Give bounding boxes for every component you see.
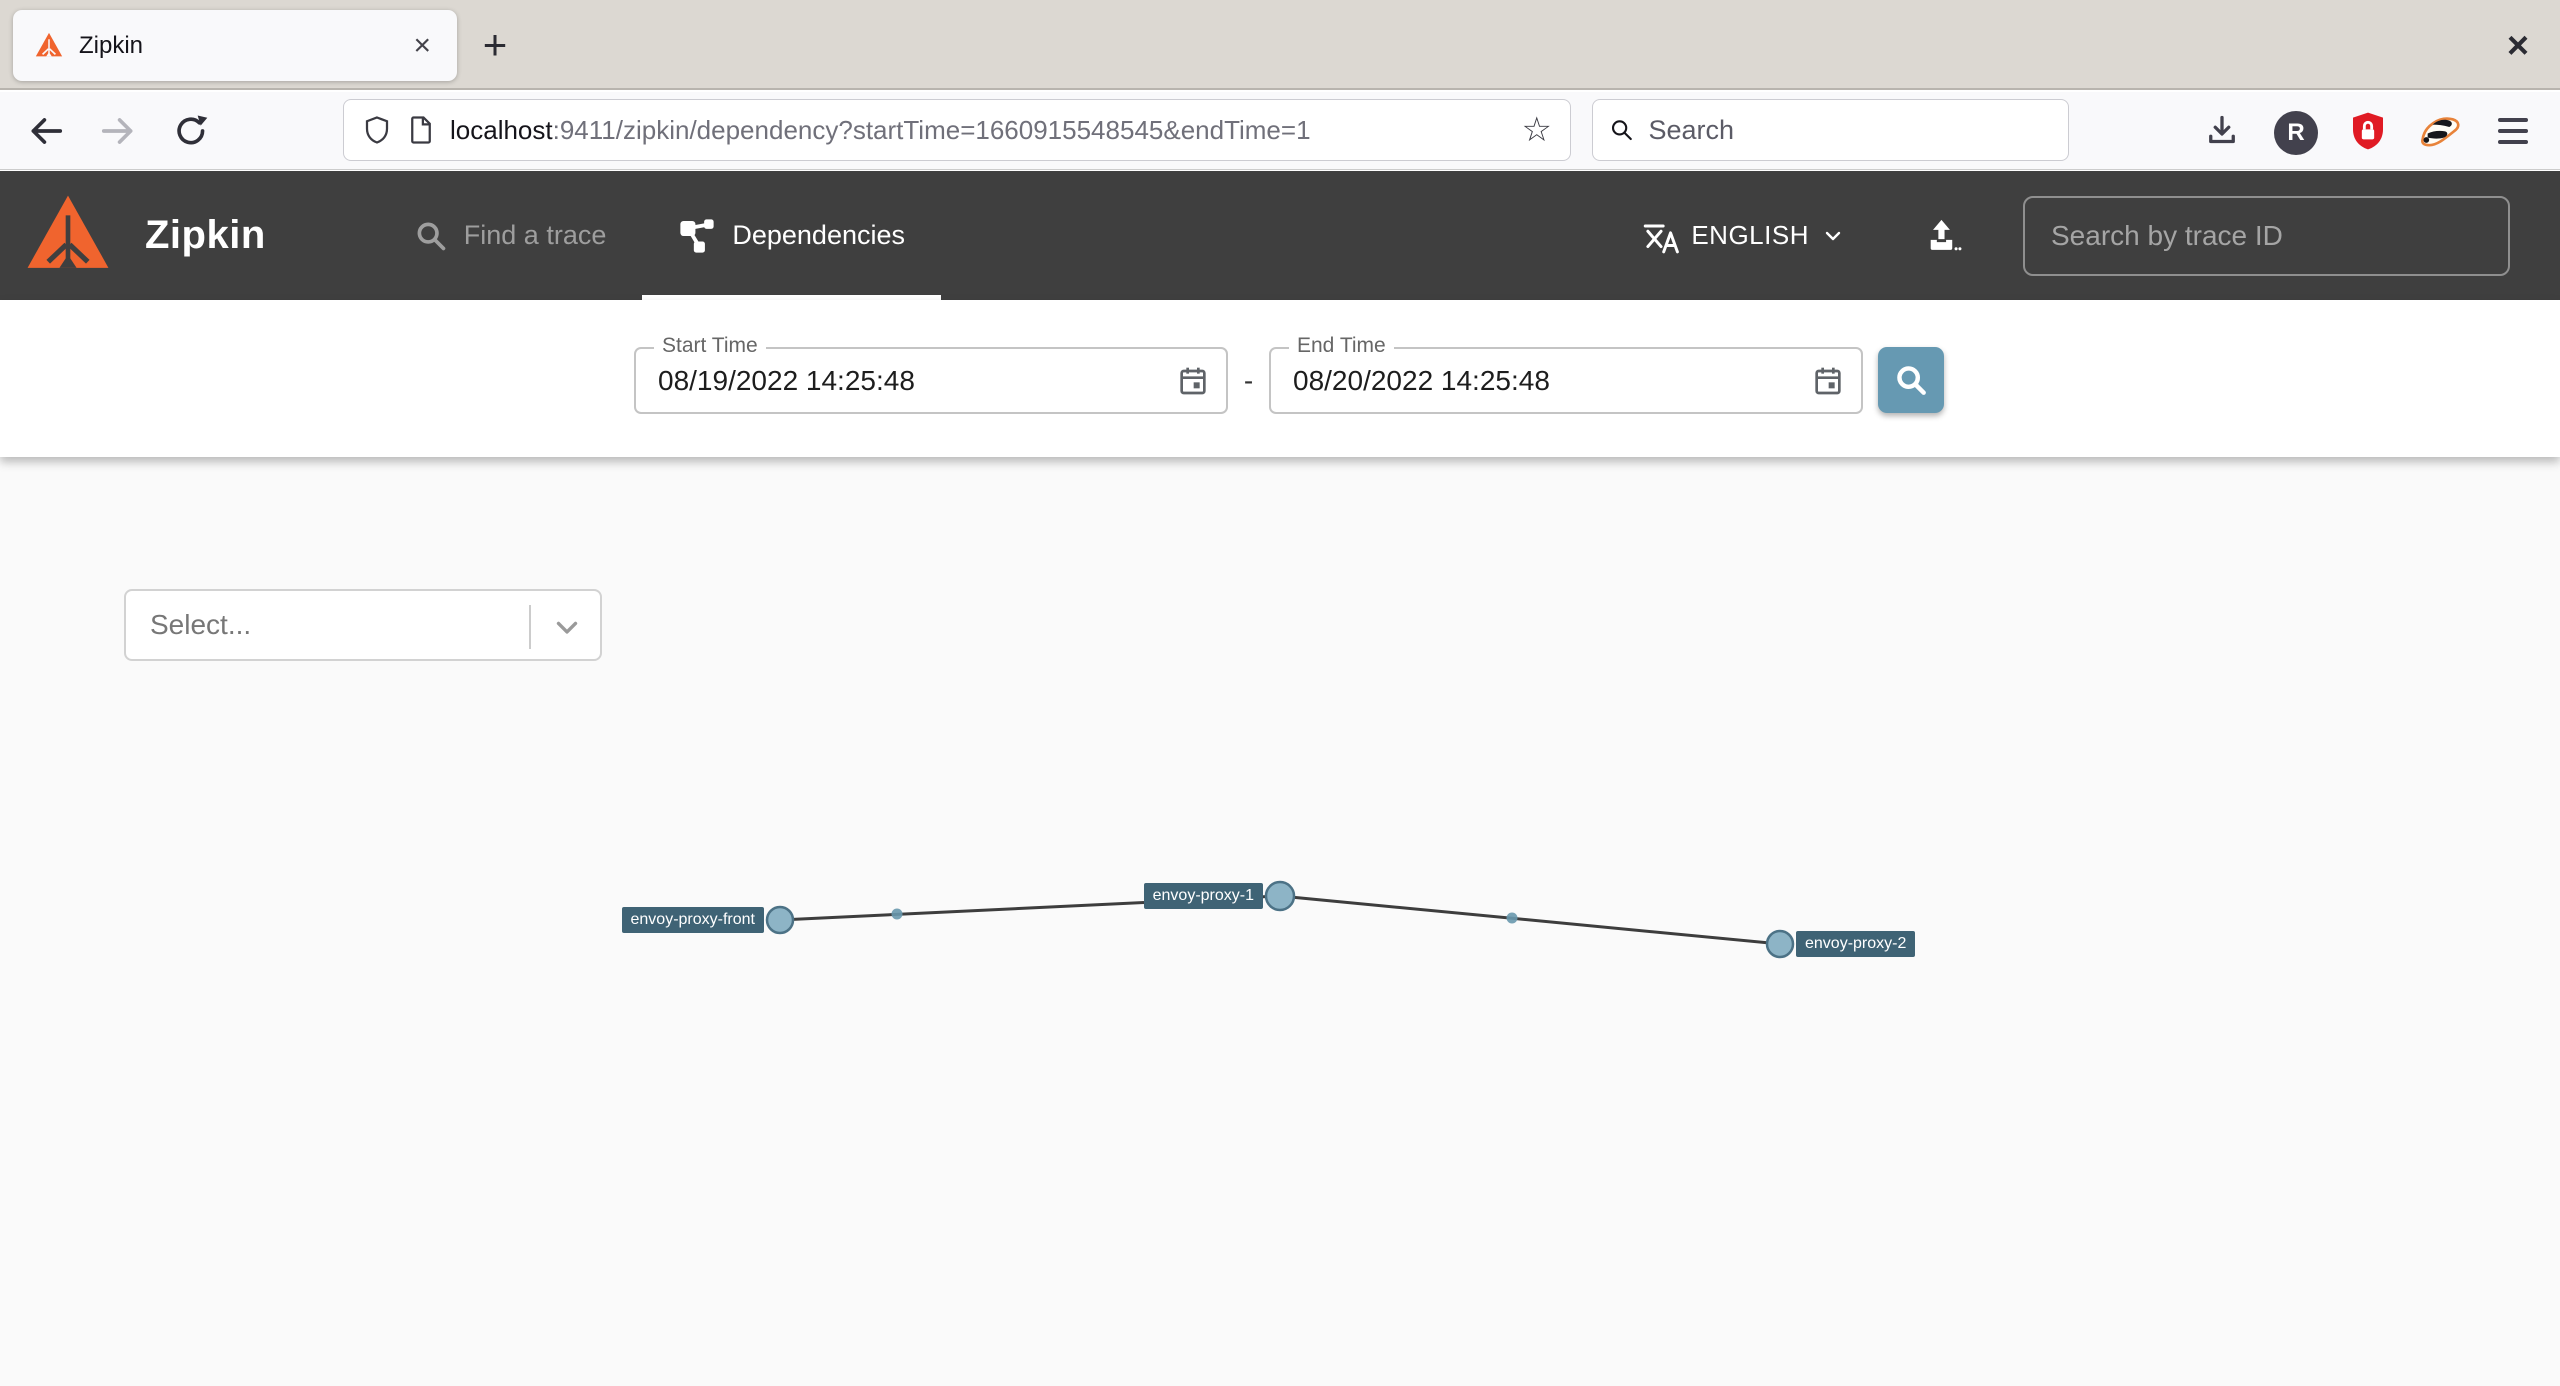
browser-window: Zipkin × + × localhost:9411/zipkin/depen… [0, 0, 2560, 1386]
graph-node-envoy-proxy-2[interactable] [1765, 929, 1795, 959]
graph-node-envoy-proxy-1[interactable] [1264, 880, 1296, 912]
zipkin-brand[interactable]: Zipkin [25, 171, 266, 300]
downloads-button[interactable] [2200, 109, 2244, 153]
dependencies-content: Select... envoy-proxy-front envoy-proxy-1… [0, 457, 2560, 1386]
translate-icon [1644, 223, 1680, 253]
trace-id-search-input[interactable] [2023, 195, 2510, 276]
graph-node-label-envoy-proxy-front[interactable]: envoy-proxy-front [621, 907, 764, 933]
calendar-icon [1180, 367, 1206, 395]
end-time-label: End Time [1289, 334, 1394, 358]
chevron-down-icon [1825, 231, 1841, 240]
upload-trace-button[interactable] [1923, 216, 1963, 256]
new-tab-button[interactable]: + [468, 18, 522, 72]
url-host: localhost [450, 114, 553, 145]
forward-button[interactable] [96, 109, 140, 153]
calendar-icon [1815, 367, 1841, 395]
download-icon [2209, 115, 2235, 144]
tab-close-button[interactable]: × [405, 29, 439, 63]
zipkin-favicon [35, 32, 63, 56]
page-info-icon[interactable] [406, 114, 436, 146]
browser-toolbar: localhost:9411/zipkin/dependency?startTi… [0, 92, 2560, 170]
tab-title: Zipkin [79, 31, 144, 59]
start-time-field[interactable]: Start Time [634, 334, 1228, 414]
dependencies-icon [680, 218, 714, 253]
browser-tab-zipkin[interactable]: Zipkin × [13, 10, 457, 81]
start-time-calendar-button[interactable] [1170, 358, 1216, 404]
nav-find-a-trace-label: Find a trace [463, 220, 607, 250]
zipkin-logo [27, 195, 109, 268]
dependencies-search-button[interactable] [1878, 347, 1944, 413]
back-icon [31, 118, 63, 144]
zipkin-nav: Find a trace Dependencies [378, 171, 941, 300]
tracking-shield-icon[interactable] [362, 114, 392, 146]
extension-privacy-badger-button[interactable] [2419, 109, 2463, 153]
url-bar[interactable]: localhost:9411/zipkin/dependency?startTi… [343, 99, 1571, 161]
zipkin-header: Zipkin Find a trace Dependencies ENGLISH… [0, 171, 2560, 300]
zipkin-header-right: ENGLISH [1641, 171, 2560, 300]
end-time-input[interactable] [1271, 349, 1861, 412]
browser-titlebar: Zipkin × + × [0, 0, 2560, 90]
url-fade-overlay [1421, 114, 1512, 146]
nav-find-a-trace[interactable]: Find a trace [378, 171, 643, 300]
forward-icon [101, 118, 133, 144]
upload-icon [1930, 219, 1962, 250]
red-shield-lock-icon [2353, 112, 2383, 150]
dependency-graph-canvas [765, 880, 1795, 959]
edge-traffic-dot [891, 908, 903, 920]
find-trace-search-icon [417, 222, 446, 250]
extension-r-button[interactable]: R [2274, 111, 2318, 155]
brand-title: Zipkin [145, 213, 266, 257]
browser-search-bar[interactable] [1592, 99, 2069, 161]
url-text[interactable]: localhost:9411/zipkin/dependency?startTi… [450, 114, 1512, 146]
url-path: :9411/zipkin/dependency?startTime=166091… [552, 114, 1311, 145]
reload-icon [177, 115, 208, 145]
extension-security-button[interactable] [2346, 109, 2390, 153]
browser-search-input[interactable] [1648, 114, 2052, 146]
time-range-separator: - [1243, 364, 1254, 396]
badger-icon [2421, 117, 2460, 147]
nav-dependencies-label: Dependencies [732, 220, 905, 250]
graph-node-envoy-proxy-front[interactable] [765, 905, 795, 935]
dependency-graph: envoy-proxy-front envoy-proxy-1 envoy-prox… [0, 457, 2560, 1386]
start-time-label: Start Time [654, 334, 766, 358]
search-icon [1897, 366, 1926, 395]
reload-button[interactable] [169, 109, 213, 153]
graph-node-label-envoy-proxy-2[interactable]: envoy-proxy-2 [1796, 931, 1916, 957]
graph-node-label-envoy-proxy-1[interactable]: envoy-proxy-1 [1143, 883, 1263, 909]
back-button[interactable] [24, 109, 68, 153]
nav-dependencies[interactable]: Dependencies [642, 171, 941, 300]
edge-traffic-dot [1506, 912, 1518, 924]
search-icon [1611, 120, 1632, 141]
start-time-input[interactable] [636, 349, 1226, 412]
language-selector[interactable]: ENGLISH [1641, 217, 1845, 255]
language-label: ENGLISH [1691, 220, 1809, 250]
hamburger-icon [2498, 118, 2528, 144]
window-close-button[interactable]: × [2494, 22, 2542, 70]
menu-button[interactable] [2491, 109, 2535, 153]
end-time-field[interactable]: End Time [1269, 334, 1863, 414]
time-range-bar: Start Time - End Time [0, 300, 2560, 457]
bookmark-star-icon[interactable]: ☆ [1522, 110, 1552, 150]
graph-edge-envoy-proxy-1-to-envoy-proxy-2 [1279, 894, 1781, 946]
end-time-calendar-button[interactable] [1805, 358, 1851, 404]
